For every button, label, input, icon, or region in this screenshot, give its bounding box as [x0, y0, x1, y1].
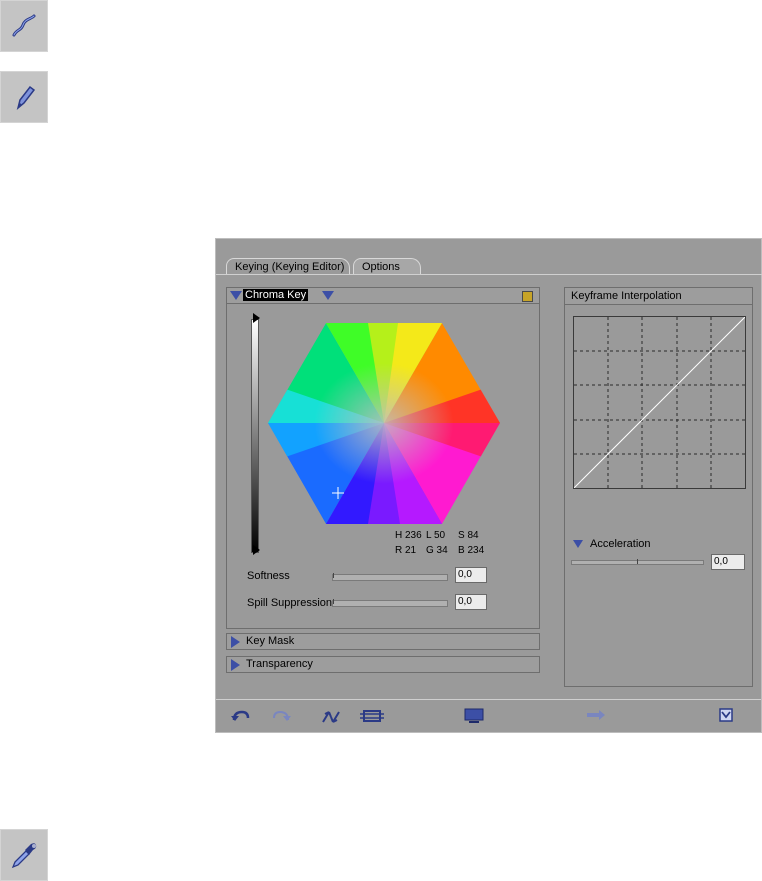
spill-suppression-value-field[interactable]: 0,0	[455, 594, 487, 610]
interpolation-graph[interactable]	[573, 316, 746, 489]
eyedropper-icon	[11, 843, 37, 869]
softness-label: Softness	[247, 570, 290, 582]
key-type-dropdown-icon[interactable]	[322, 291, 334, 300]
keyframe-interpolation-title: Keyframe Interpolation	[565, 288, 752, 305]
keying-editor-window: Keying (Keying Editor) Options Chroma Ke…	[215, 238, 762, 733]
tab-options[interactable]: Options	[353, 258, 421, 275]
eyedropper-tool-button[interactable]	[0, 829, 48, 881]
expand-key-mask-icon[interactable]	[231, 636, 240, 648]
softness-value-field[interactable]: 0,0	[455, 567, 487, 583]
acceleration-value-field[interactable]: 0,0	[711, 554, 745, 570]
transparency-label: Transparency	[246, 658, 313, 670]
tab-keying-editor[interactable]: Keying (Keying Editor)	[226, 258, 350, 275]
hue-readout: H 236	[395, 530, 422, 541]
spill-slider-thumb[interactable]	[333, 599, 334, 604]
curve-tool-button[interactable]	[0, 0, 48, 52]
tab-divider	[216, 274, 762, 275]
undo-icon[interactable]	[230, 708, 252, 727]
saturation-readout: S 84	[458, 530, 479, 541]
collapse-chroma-icon[interactable]	[230, 291, 242, 300]
slider-bottom-marker[interactable]	[253, 545, 260, 555]
expand-transparency-icon[interactable]	[231, 659, 240, 671]
key-mask-header[interactable]: Key Mask	[226, 633, 540, 650]
green-readout: G 34	[426, 545, 448, 556]
key-color-swatch[interactable]	[522, 291, 533, 302]
acceleration-dropdown-icon[interactable]	[573, 540, 583, 548]
curve-icon	[12, 14, 36, 37]
color-hexagon[interactable]	[268, 323, 500, 524]
lightness-readout: L 50	[426, 530, 446, 541]
pen-tool-button[interactable]	[0, 71, 48, 123]
acceleration-slider[interactable]	[571, 559, 704, 565]
monitor-icon[interactable]	[464, 708, 484, 727]
key-mask-label: Key Mask	[246, 635, 295, 647]
pen-icon	[16, 85, 36, 111]
chroma-key-header[interactable]: Chroma Key	[226, 287, 540, 304]
spill-suppression-slider[interactable]	[332, 599, 448, 607]
interpolation-curve	[573, 316, 746, 489]
transition-arrow-icon[interactable]	[586, 708, 606, 725]
film-strip-icon[interactable]	[360, 708, 384, 727]
acceleration-label: Acceleration	[590, 538, 651, 550]
red-readout: R 21	[395, 545, 417, 556]
spill-suppression-label: Spill Suppression	[247, 597, 332, 609]
blue-readout: B 234	[458, 545, 485, 556]
redo-icon[interactable]	[270, 708, 292, 727]
swap-icon[interactable]	[320, 708, 342, 729]
softness-slider-thumb[interactable]	[333, 573, 334, 578]
luminance-slider[interactable]	[251, 319, 259, 553]
close-panel-icon[interactable]	[719, 708, 733, 725]
transparency-header[interactable]: Transparency	[226, 656, 540, 673]
keyframe-interpolation-panel: Keyframe Interpolation Acceleration 0,0	[564, 287, 753, 687]
chroma-key-label: Chroma Key	[243, 289, 309, 301]
softness-slider[interactable]	[332, 573, 448, 581]
acceleration-slider-thumb[interactable]	[637, 559, 638, 564]
slider-top-marker[interactable]	[253, 313, 260, 323]
bottom-toolbar	[216, 699, 761, 733]
